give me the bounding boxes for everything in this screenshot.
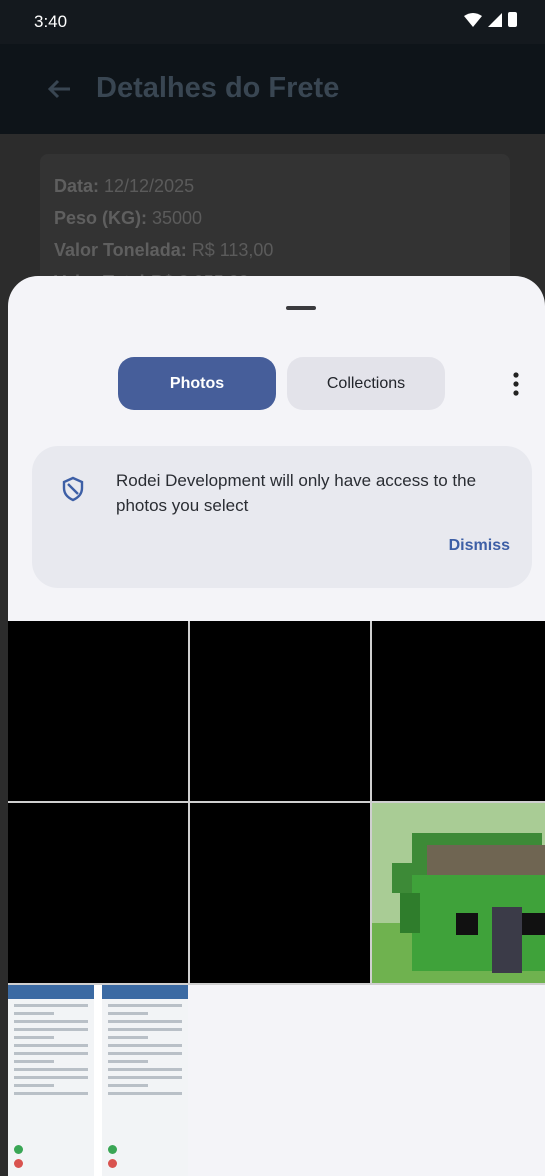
photo-thumbnail-house[interactable] [372,803,545,983]
access-notice: Rodei Development will only have access … [32,446,532,588]
photo-picker-sheet: Photos Collections Rodei Development wil… [8,276,545,1176]
wifi-icon [464,12,482,27]
price-ton-line: Valor Tonelada: R$ 113,00 [54,240,274,260]
photo-thumbnail[interactable] [8,621,188,801]
photo-thumbnail[interactable] [190,621,370,801]
page-title: Detalhes do Frete [96,72,340,104]
grid-divider [8,801,545,803]
photo-thumbnail[interactable] [190,803,370,983]
signal-icon [488,12,502,27]
grid-divider [8,983,545,985]
pixel-house-image [372,803,545,983]
tab-photos[interactable]: Photos [118,357,276,410]
back-arrow-icon[interactable] [44,74,74,104]
date-line: Data: 12/12/2025 [54,176,195,196]
photo-thumbnail[interactable] [372,621,545,801]
notice-text: Rodei Development will only have access … [116,471,477,515]
screenshot-preview [102,985,188,1176]
tab-collections[interactable]: Collections [287,357,445,410]
dismiss-button[interactable]: Dismiss [449,537,510,555]
drag-handle[interactable] [286,306,316,310]
status-bar: 3:40 [0,0,545,44]
screenshot-preview [8,985,94,1176]
photo-thumbnail-screenshots[interactable] [8,985,188,1176]
app-bar: Detalhes do Frete [0,44,545,134]
status-icons [464,12,517,27]
battery-icon [508,12,517,27]
photo-thumbnail[interactable] [8,803,188,983]
shield-icon [62,476,84,502]
status-time: 3:40 [34,12,68,31]
weight-line: Peso (KG): 35000 [54,208,203,228]
more-options-icon[interactable] [506,370,526,398]
